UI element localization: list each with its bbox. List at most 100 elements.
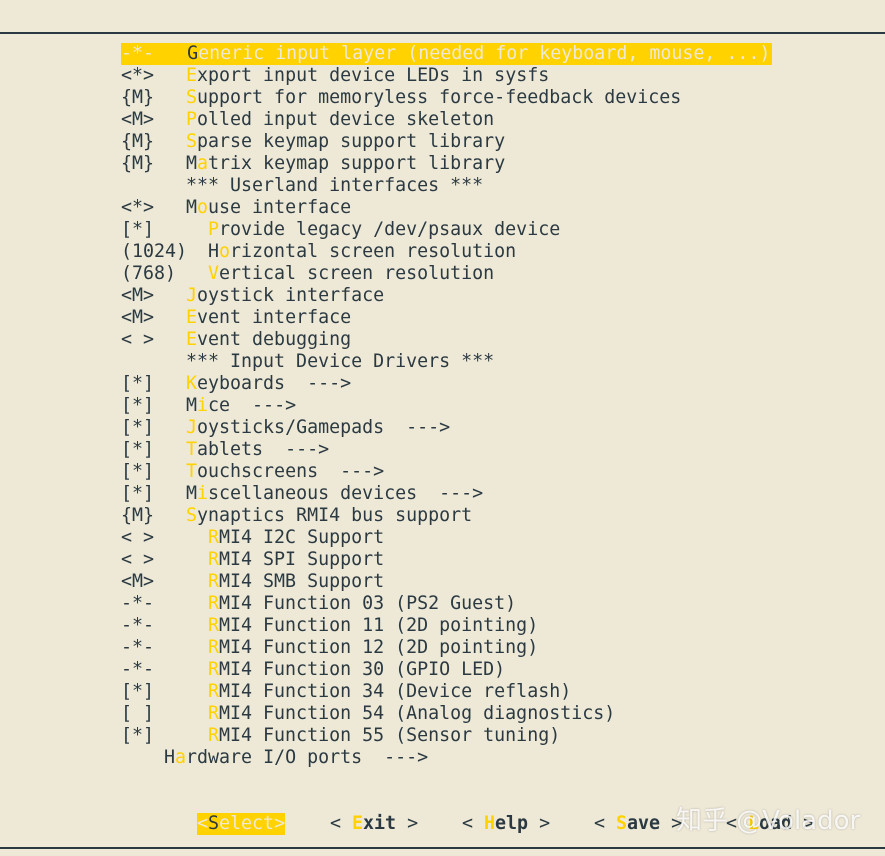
menu-item-label: RMI4 Function 54 (Analog diagnostics) (208, 703, 616, 724)
menu-item-status: [*] (121, 725, 155, 746)
menu-item-label: Generic input layer (needed for keyboard… (187, 43, 771, 64)
menu-item[interactable]: <*> Mouse interface (121, 197, 772, 219)
menu-item-hotkey: R (208, 725, 220, 746)
menu-item-hotkey: R (208, 527, 220, 548)
menu-item-status: -*- (121, 43, 155, 64)
menu-item-status: (1024) (121, 241, 188, 262)
menu-item-status: [*] (121, 483, 155, 504)
frame-top-border (0, 32, 885, 34)
menu-item-label: RMI4 Function 03 (PS2 Guest) (208, 593, 517, 614)
menu-item-label: Hardware I/O ports ---> (164, 747, 429, 768)
menu-item-label: RMI4 Function 30 (GPIO LED) (208, 659, 506, 680)
menu-item[interactable]: *** Input Device Drivers *** (121, 351, 772, 373)
menu-item-status: <*> (121, 197, 155, 218)
menu-item-hotkey: i (197, 483, 209, 504)
menu-item-label: Event debugging (186, 329, 352, 350)
menu-item[interactable]: <M> Polled input device skeleton (121, 109, 772, 131)
menu-item-label: Export input device LEDs in sysfs (186, 65, 550, 86)
menu-item-label: Touchscreens ---> (186, 461, 385, 482)
menu-item-hotkey: K (186, 373, 198, 394)
menu-item[interactable]: [*] Mice ---> (121, 395, 772, 417)
menu-item[interactable]: Hardware I/O ports ---> (121, 747, 772, 769)
menu-item-hotkey: J (186, 285, 198, 306)
menu-item-hotkey: V (208, 263, 220, 284)
menu-item-status: {M} (121, 87, 155, 108)
menu-item-hotkey: R (208, 703, 220, 724)
menu-item-hotkey: R (208, 637, 220, 658)
menu-item[interactable]: <M> RMI4 SMB Support (121, 571, 772, 593)
menu-item-status: {M} (121, 505, 155, 526)
save-button[interactable]: < Save > (594, 813, 682, 835)
menu-item[interactable]: [*] Miscellaneous devices ---> (121, 483, 772, 505)
menu-item[interactable]: -*- RMI4 Function 12 (2D pointing) (121, 637, 772, 659)
menu-item-status: <M> (121, 285, 155, 306)
menu-item-hotkey: S (186, 505, 198, 526)
menu-item-label: Sparse keymap support library (186, 131, 506, 152)
menu-item-label: Mice ---> (186, 395, 297, 416)
menu-item-hotkey: E (186, 307, 198, 328)
menu-item-hotkey: G (187, 43, 199, 64)
menu-item[interactable]: [*] RMI4 Function 34 (Device reflash) (121, 681, 772, 703)
menu-item-status: [*] (121, 373, 155, 394)
menu-item[interactable]: [*] Joysticks/Gamepads ---> (121, 417, 772, 439)
menu-item-label: RMI4 Function 34 (Device reflash) (208, 681, 572, 702)
menu-item[interactable]: [ ] RMI4 Function 54 (Analog diagnostics) (121, 703, 772, 725)
menu-item[interactable]: < > RMI4 SPI Support (121, 549, 772, 571)
menu-item[interactable]: {M} Synaptics RMI4 bus support (121, 505, 772, 527)
menu-item-hotkey: J (186, 417, 198, 438)
menu-item[interactable]: <*> Export input device LEDs in sysfs (121, 65, 772, 87)
menu-item-hotkey: P (186, 109, 198, 130)
menu-item-hotkey: S (186, 131, 198, 152)
menu-item-status: < > (121, 329, 155, 350)
menu-item[interactable]: {M} Sparse keymap support library (121, 131, 772, 153)
menu-item-hotkey: P (208, 219, 220, 240)
menu-item-label: Mouse interface (186, 197, 352, 218)
menu-item[interactable]: < > RMI4 I2C Support (121, 527, 772, 549)
select-button[interactable]: <Select> (197, 813, 286, 835)
menu-item[interactable]: (1024) Horizontal screen resolution (121, 241, 772, 263)
menu-item-hotkey: T (186, 439, 198, 460)
menu-item-label: *** Userland interfaces *** (186, 175, 484, 196)
menu-item[interactable]: <M> Joystick interface (121, 285, 772, 307)
menu-item[interactable]: < > Event debugging (121, 329, 772, 351)
menu-item[interactable]: [*] Touchscreens ---> (121, 461, 772, 483)
menu-item[interactable]: *** Userland interfaces *** (121, 175, 772, 197)
menu-item[interactable]: [*] Keyboards ---> (121, 373, 772, 395)
menu-item[interactable]: [*] Provide legacy /dev/psaux device (121, 219, 772, 241)
menu-item[interactable]: [*] Tablets ---> (121, 439, 772, 461)
menu-item[interactable]: -*- RMI4 Function 11 (2D pointing) (121, 615, 772, 637)
menu-item-status: (768) (121, 263, 177, 284)
menu-item-status: {M} (121, 153, 155, 174)
menu-item-hotkey: R (208, 681, 220, 702)
menu-item-label: RMI4 Function 12 (2D pointing) (208, 637, 539, 658)
menu-item-label: RMI4 Function 11 (2D pointing) (208, 615, 539, 636)
menu-item-status: [*] (121, 417, 155, 438)
menu-item-status: [*] (121, 219, 155, 240)
menu-item[interactable]: [*] RMI4 Function 55 (Sensor tuning) (121, 725, 772, 747)
menu-item[interactable]: (768) Vertical screen resolution (121, 263, 772, 285)
menu-item-status: [*] (121, 439, 155, 460)
menu-item[interactable]: -*- RMI4 Function 03 (PS2 Guest) (121, 593, 772, 615)
menu-item[interactable]: -*- Generic input layer (needed for keyb… (121, 43, 773, 65)
menu-item-label: RMI4 SMB Support (208, 571, 385, 592)
menu-item[interactable]: -*- RMI4 Function 30 (GPIO LED) (121, 659, 772, 681)
menu-item-hotkey: R (208, 593, 220, 614)
menu-item-label: Support for memoryless force-feedback de… (186, 87, 682, 108)
menu-item-hotkey: R (208, 571, 220, 592)
menu-item[interactable]: <M> Event interface (121, 307, 772, 329)
menu-item-status: [ ] (121, 703, 155, 724)
menu-item-status: < > (121, 527, 155, 548)
help-button[interactable]: < Help > (462, 813, 550, 835)
menu-item-label: *** Input Device Drivers *** (186, 351, 495, 372)
menu-item-hotkey: R (208, 659, 220, 680)
menu-item[interactable]: {M} Support for memoryless force-feedback… (121, 87, 772, 109)
menu-item-status: -*- (121, 615, 155, 636)
menu-item-status: -*- (121, 659, 155, 680)
menu-item-label: Joysticks/Gamepads ---> (186, 417, 451, 438)
menu-item-label: RMI4 SPI Support (208, 549, 385, 570)
menu-item-hotkey: o (197, 197, 209, 218)
menu-item-label: RMI4 Function 55 (Sensor tuning) (208, 725, 561, 746)
menu-item-hotkey: a (197, 153, 209, 174)
exit-button[interactable]: < Exit > (330, 813, 418, 835)
menu-item[interactable]: {M} Matrix keymap support library (121, 153, 772, 175)
